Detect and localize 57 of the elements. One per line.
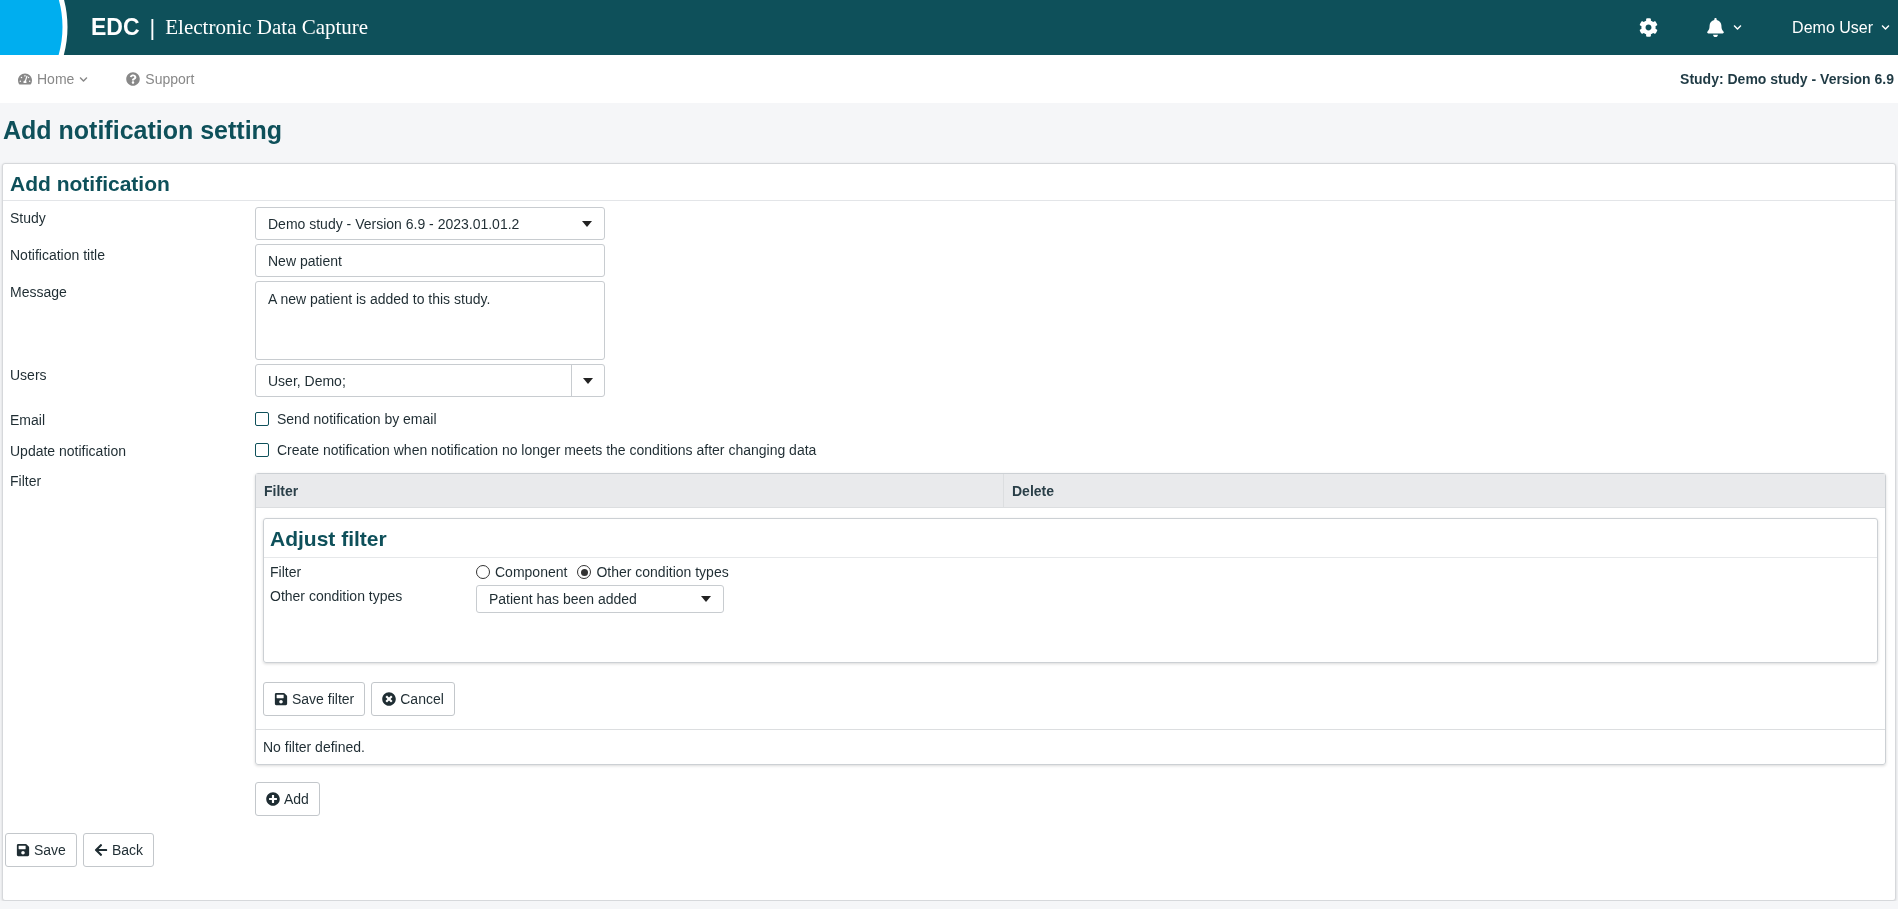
checkbox[interactable] (255, 412, 269, 426)
user-menu-button[interactable]: Demo User (1792, 18, 1890, 37)
radio-label: Other condition types (596, 564, 729, 580)
field-label: Users (10, 366, 48, 383)
chevron-down-icon (1733, 23, 1743, 32)
app-title: Electronic Data Capture (165, 15, 369, 40)
nav-link[interactable]: Support (126, 71, 195, 87)
save-button[interactable]: Save (5, 833, 77, 867)
chevron-down-icon (79, 74, 89, 84)
checkbox[interactable] (255, 443, 269, 457)
field-label: Update notification (10, 442, 127, 459)
separator-text: | (149, 14, 156, 41)
column-header: Filter (263, 482, 300, 501)
bell-icon (1706, 18, 1726, 37)
caret-icon (583, 377, 593, 384)
checkbox-label: Send notification by email (277, 411, 437, 427)
checkbox-label: Create notification when notification no longer meets the conditions after changing data (277, 442, 817, 458)
radio-button[interactable] (577, 565, 592, 579)
field-label: Email (10, 411, 46, 428)
empty-message: No filter defined. (256, 729, 1885, 764)
field-label: Notification title (10, 246, 106, 263)
gauge-icon (18, 72, 32, 86)
column-header: Delete (1003, 474, 1885, 508)
field-label: Other condition types (270, 587, 404, 604)
field-label: Study (10, 209, 47, 226)
field-label: Filter (270, 564, 303, 580)
select-field[interactable]: Patient has been added (476, 585, 724, 613)
plus-icon (266, 792, 280, 806)
select-field[interactable]: User, Demo; (255, 364, 605, 397)
help-icon (126, 72, 141, 86)
arrow-left-icon (93, 843, 108, 857)
save-icon (16, 843, 30, 857)
radio-button[interactable] (476, 565, 490, 579)
chevron-down-icon (1881, 23, 1890, 32)
cancel-button[interactable]: Cancel (371, 682, 455, 716)
select-field[interactable]: Demo study - Version 6.9 - 2023.01.01.2 (255, 207, 605, 240)
study-label: Study: Demo study - Version 6.9 (1680, 71, 1894, 87)
panel-title: Adjust filter (264, 519, 1877, 558)
nav-link[interactable]: Home (18, 71, 89, 87)
notifications-button[interactable] (1706, 18, 1743, 37)
settings-button[interactable] (1639, 18, 1659, 37)
save-icon (274, 692, 288, 706)
settings-icon (1639, 18, 1659, 37)
add-button[interactable]: Add (255, 782, 320, 816)
field-label: Message (10, 283, 68, 300)
logo-text: EDC (91, 14, 140, 41)
field-label: Filter (10, 473, 43, 489)
save-filter-button[interactable]: Save filter (263, 682, 366, 716)
back-button[interactable]: Back (82, 833, 155, 867)
radio-label: Component (495, 564, 568, 580)
textarea-field[interactable]: A new patient is added to this study. (255, 281, 605, 360)
caret-icon (582, 220, 592, 227)
card-title: Add notification (3, 164, 1895, 201)
page-title: Add notification setting (2, 115, 284, 146)
close-icon (382, 692, 397, 706)
caret-icon (701, 596, 711, 602)
input-field[interactable]: New patient (255, 244, 605, 277)
